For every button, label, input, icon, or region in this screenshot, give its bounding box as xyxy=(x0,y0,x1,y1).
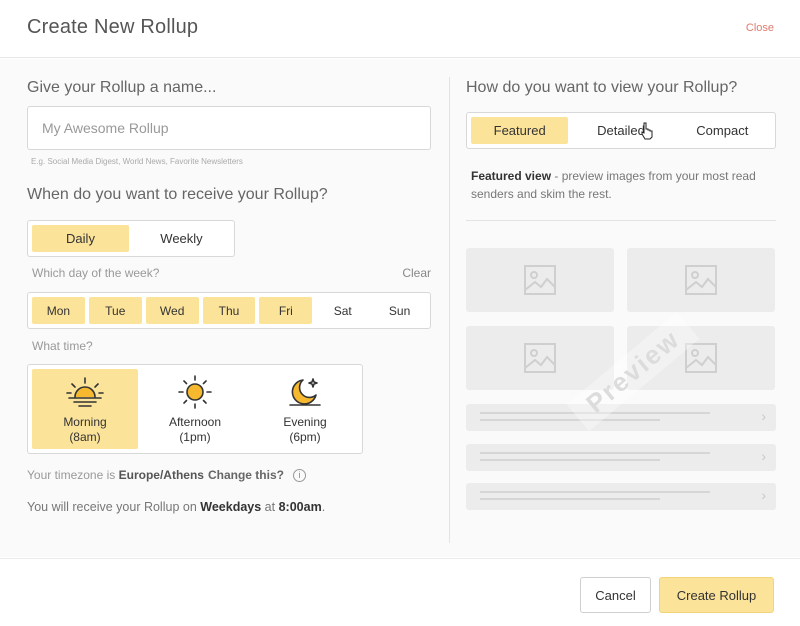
day-wed-button[interactable]: Wed xyxy=(145,297,199,324)
timezone-line: Your timezone is Europe/Athens Change th… xyxy=(27,468,306,482)
sunrise-icon xyxy=(66,377,104,407)
cancel-button[interactable]: Cancel xyxy=(580,577,651,613)
preview-divider xyxy=(466,220,776,221)
image-placeholder-icon xyxy=(524,343,556,373)
sun-icon xyxy=(178,375,212,409)
preview-card xyxy=(627,248,775,312)
hand-cursor-icon xyxy=(641,122,653,140)
frequency-daily-button[interactable]: Daily xyxy=(32,225,129,252)
time-afternoon-option[interactable]: Afternoon (1pm) xyxy=(142,369,248,449)
rollup-name-input[interactable] xyxy=(27,106,431,150)
name-section-label: Give your Rollup a name... xyxy=(27,79,217,96)
view-detailed-button[interactable]: Detailed xyxy=(572,117,669,144)
create-rollup-modal: Create New Rollup Close Give your Rollup… xyxy=(0,0,800,626)
day-selector: Mon Tue Wed Thu Fri Sat Sun xyxy=(27,292,431,329)
time-morning-option[interactable]: Morning (8am) xyxy=(32,369,138,449)
modal-title: Create New Rollup xyxy=(27,16,199,38)
info-icon[interactable]: i xyxy=(292,468,306,482)
view-section-label: How do you want to view your Rollup? xyxy=(466,79,738,96)
day-mon-button[interactable]: Mon xyxy=(32,297,85,324)
preview-list-row: › xyxy=(466,404,776,431)
time-evening-option[interactable]: Evening (6pm) xyxy=(252,369,358,449)
timezone-value: Europe/Athens xyxy=(118,468,204,482)
schedule-column: Give your Rollup a name... E.g. Social M… xyxy=(27,59,431,557)
view-featured-button[interactable]: Featured xyxy=(471,117,569,144)
view-compact-button[interactable]: Compact xyxy=(674,117,771,144)
time-section-label: What time? xyxy=(32,339,93,353)
view-mode-toggle: Featured Detailed Compact xyxy=(466,112,776,149)
column-divider xyxy=(449,77,450,543)
timezone-prefix: Your timezone is xyxy=(27,468,116,482)
frequency-weekly-button[interactable]: Weekly xyxy=(133,225,230,252)
day-sun-button[interactable]: Sun xyxy=(373,297,426,324)
modal-header: Create New Rollup Close xyxy=(0,0,800,58)
time-selector: Morning (8am) Afternoon (1pm) Evening (6… xyxy=(27,364,363,454)
modal-footer: Cancel Create Rollup xyxy=(0,558,800,626)
create-rollup-button[interactable]: Create Rollup xyxy=(659,577,774,613)
view-description: Featured view - preview images from your… xyxy=(471,169,756,201)
modal-body: Give your Rollup a name... E.g. Social M… xyxy=(0,59,800,557)
image-placeholder-icon xyxy=(524,265,556,295)
clear-days-link[interactable]: Clear xyxy=(402,266,431,280)
close-link[interactable]: Close xyxy=(746,22,774,34)
moon-icon xyxy=(289,378,321,406)
day-tue-button[interactable]: Tue xyxy=(88,297,142,324)
receive-section-label: When do you want to receive your Rollup? xyxy=(27,186,328,203)
day-thu-button[interactable]: Thu xyxy=(202,297,256,324)
day-fri-button[interactable]: Fri xyxy=(259,297,313,324)
view-column: How do you want to view your Rollup? Fea… xyxy=(466,59,776,557)
preview-list-row: › xyxy=(466,483,776,510)
change-timezone-link[interactable]: Change this? xyxy=(208,468,284,482)
time-afternoon-label: Afternoon (1pm) xyxy=(168,415,222,444)
preview-card xyxy=(466,248,614,312)
chevron-right-icon: › xyxy=(761,408,766,424)
name-hint: E.g. Social Media Digest, World News, Fa… xyxy=(31,157,243,166)
time-evening-label: Evening (6pm) xyxy=(283,415,327,444)
time-morning-label: Morning (8am) xyxy=(63,415,107,444)
image-placeholder-icon xyxy=(685,265,717,295)
chevron-right-icon: › xyxy=(761,487,766,503)
frequency-toggle: Daily Weekly xyxy=(27,220,235,257)
chevron-right-icon: › xyxy=(761,448,766,464)
day-sat-button[interactable]: Sat xyxy=(316,297,369,324)
schedule-summary: You will receive your Rollup on Weekdays… xyxy=(27,500,326,514)
preview-list-row: › xyxy=(466,444,776,471)
preview-card xyxy=(466,326,614,390)
day-section-label: Which day of the week? xyxy=(32,266,160,280)
